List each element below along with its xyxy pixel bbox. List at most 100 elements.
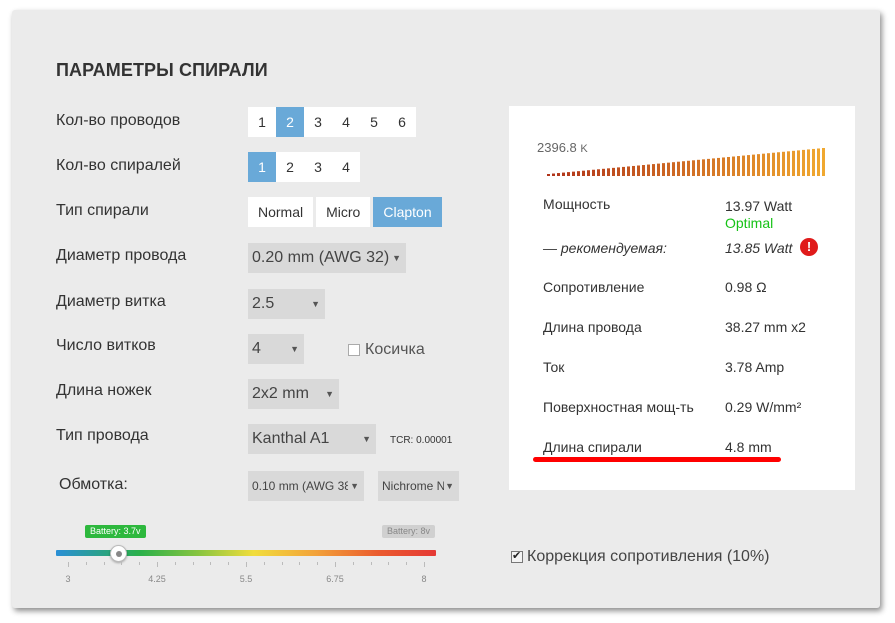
power-bar xyxy=(692,160,695,176)
resistance-correction-checkbox[interactable]: Коррекция сопротивления (10%) xyxy=(511,548,770,566)
braid-checkbox[interactable]: Косичка xyxy=(348,341,425,359)
current-value: 3.78 Amp xyxy=(725,359,785,375)
slider-tick xyxy=(246,562,247,567)
surface-power-value: 0.29 W/mm² xyxy=(725,399,802,415)
power-bar xyxy=(592,169,595,176)
slider-minor-tick xyxy=(352,562,354,565)
wires-selector: 123456 xyxy=(248,107,416,137)
coil-length-label: Длина спирали xyxy=(543,439,642,455)
power-bar xyxy=(792,150,795,176)
wire-diameter-label: Диаметр провода xyxy=(56,247,187,264)
slider-minor-tick xyxy=(370,562,372,565)
power-bar xyxy=(797,150,800,176)
power-bar xyxy=(682,161,685,176)
coils-option[interactable]: 1 xyxy=(248,152,276,182)
slider-tick-label: 4.25 xyxy=(148,574,166,584)
power-bar xyxy=(727,156,730,176)
coil-type-selector: Normal Micro Clapton xyxy=(248,197,445,227)
power-bar xyxy=(587,170,590,176)
legs-value: 2x2 mm xyxy=(252,385,309,402)
chevron-down-icon: ▼ xyxy=(290,344,299,354)
slider-minor-tick xyxy=(406,562,408,565)
wire-diameter-select[interactable]: 0.20 mm (AWG 32) ▼ xyxy=(248,243,406,273)
slider-minor-tick xyxy=(299,562,301,565)
exclamation-circle-icon[interactable]: ! xyxy=(800,238,818,256)
power-bar xyxy=(612,167,615,176)
power-value: 13.97 Watt xyxy=(725,198,793,214)
power-bar xyxy=(637,165,640,176)
coils-option[interactable]: 3 xyxy=(304,152,332,182)
tcr-value: TCR: 0.00001 xyxy=(390,435,453,446)
wire-diameter-value: 0.20 mm (AWG 32) xyxy=(252,249,390,266)
slider-minor-tick xyxy=(210,562,212,565)
coils-option[interactable]: 4 xyxy=(332,152,360,182)
wires-option[interactable]: 1 xyxy=(248,107,276,137)
coil-type-label: Тип спирали xyxy=(56,202,149,219)
coil-type-option[interactable]: Micro xyxy=(316,197,371,227)
legs-select[interactable]: 2x2 mm ▼ xyxy=(248,379,339,409)
wire-type-label: Тип провода xyxy=(56,427,149,444)
power-bar-graph xyxy=(547,148,825,176)
power-bar xyxy=(577,171,580,176)
slider-tick-label: 3 xyxy=(65,574,71,584)
power-bar xyxy=(742,155,745,176)
power-bar xyxy=(802,149,805,176)
power-bar xyxy=(557,173,560,176)
turns-select[interactable]: 4 ▼ xyxy=(248,334,304,364)
correction-checkbox-box[interactable] xyxy=(511,549,523,563)
power-bar xyxy=(582,170,585,176)
power-bar xyxy=(812,148,815,176)
power-bar xyxy=(647,164,650,176)
battery-slider-thumb[interactable] xyxy=(109,545,127,562)
wire-length-value: 38.27 mm x2 xyxy=(725,319,806,335)
wires-option[interactable]: 4 xyxy=(332,107,360,137)
slider-minor-tick xyxy=(85,562,87,565)
power-bar xyxy=(822,148,825,176)
power-bar xyxy=(777,152,780,176)
slider-tick-label: 5.5 xyxy=(239,574,253,584)
wrap-diameter-value: 0.10 mm (AWG 38 xyxy=(252,479,348,493)
braid-checkbox-box[interactable] xyxy=(348,344,360,356)
power-bar xyxy=(597,169,600,176)
resistance-label: Сопротивление xyxy=(543,279,645,295)
coil-parameters-panel: ПАРАМЕТРЫ СПИРАЛИ Кол-во проводов 123456… xyxy=(12,10,880,608)
current-label: Ток xyxy=(543,359,565,375)
slider-tick xyxy=(335,562,336,567)
power-bar xyxy=(657,163,660,176)
wires-option[interactable]: 3 xyxy=(304,107,332,137)
power-bar xyxy=(757,154,760,176)
turns-value: 4 xyxy=(252,340,261,357)
power-bar xyxy=(677,161,680,176)
wire-type-select[interactable]: Kanthal A1 ▼ xyxy=(248,424,376,454)
power-bar xyxy=(687,160,690,176)
page-title: ПАРАМЕТРЫ СПИРАЛИ xyxy=(56,60,268,80)
coils-label: Кол-во спиралей xyxy=(56,157,181,174)
wires-option[interactable]: 5 xyxy=(360,107,388,137)
wires-label: Кол-во проводов xyxy=(56,112,181,129)
slider-minor-tick xyxy=(192,562,194,565)
coils-selector: 1234 xyxy=(248,152,360,182)
power-bar xyxy=(562,172,565,176)
slider-minor-tick xyxy=(263,562,265,565)
coil-diameter-select[interactable]: 2.5 ▼ xyxy=(248,289,325,319)
wire-length-label: Длина провода xyxy=(543,319,642,335)
wires-option[interactable]: 6 xyxy=(388,107,416,137)
slider-minor-tick xyxy=(388,562,390,565)
coil-type-option[interactable]: Normal xyxy=(248,197,314,227)
wrap-diameter-select[interactable]: 0.10 mm (AWG 38 ▼ xyxy=(248,471,364,501)
coil-type-option[interactable]: Clapton xyxy=(373,197,442,227)
slider-tick xyxy=(68,562,69,567)
power-bar xyxy=(707,158,710,176)
coil-diameter-label: Диаметр витка xyxy=(56,293,166,310)
chevron-down-icon: ▼ xyxy=(350,481,359,491)
wrap-material-select[interactable]: Nichrome N ▼ xyxy=(378,471,459,501)
coils-option[interactable]: 2 xyxy=(276,152,304,182)
wires-option[interactable]: 2 xyxy=(276,107,304,137)
power-bar xyxy=(617,167,620,176)
power-bar xyxy=(787,151,790,176)
coil-diameter-value: 2.5 xyxy=(252,295,275,312)
surface-power-label: Поверхностная мощ-ть xyxy=(543,399,694,415)
slider-minor-tick xyxy=(317,562,319,565)
turns-label: Число витков xyxy=(56,337,156,354)
slider-tick-label: 8 xyxy=(421,574,427,584)
